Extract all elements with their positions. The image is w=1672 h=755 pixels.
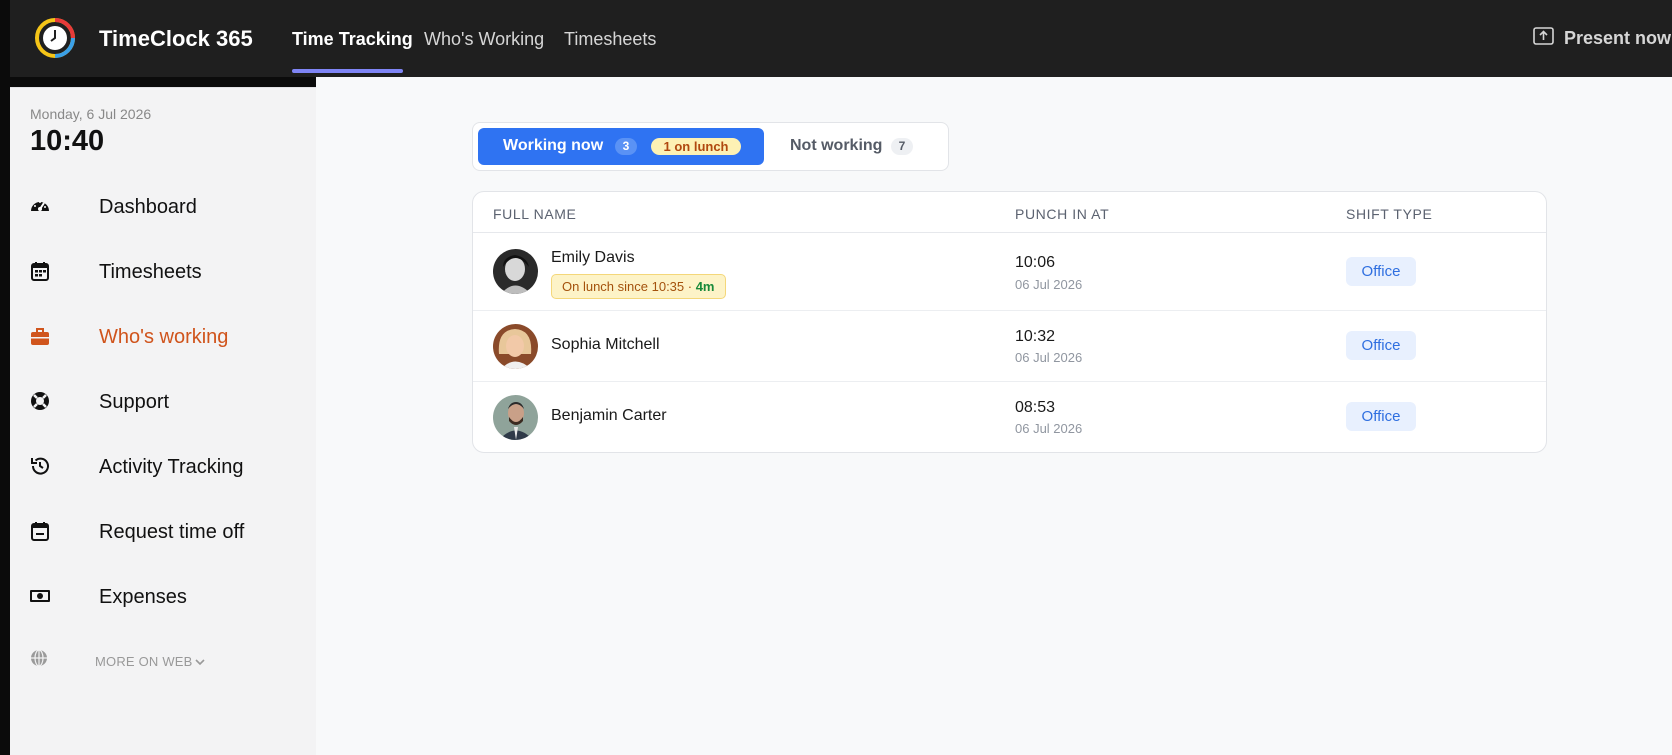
- sidebar-item-label: Request time off: [99, 521, 245, 543]
- avatar: [493, 324, 538, 369]
- avatar: [493, 249, 538, 294]
- app-title: TimeClock 365: [99, 26, 253, 51]
- main-content: Working now 3 1 on lunch Not working 7 F…: [316, 77, 1672, 755]
- avatar: [493, 395, 538, 440]
- present-now-button[interactable]: Present now: [1533, 27, 1671, 50]
- column-header-punch-in[interactable]: PUNCH IN AT: [1015, 206, 1109, 222]
- sidebar-item-label: Timesheets: [99, 261, 202, 283]
- punch-in-time: 10:32: [1015, 328, 1056, 345]
- sidebar-item-dashboard[interactable]: Dashboard: [10, 195, 316, 235]
- current-time: 10:40: [30, 125, 105, 157]
- sidebar: Monday, 6 Jul 2026 10:40 Dashboard Times…: [10, 87, 316, 755]
- punch-in-time: 08:53: [1015, 399, 1056, 416]
- shift-type-badge: Office: [1346, 402, 1416, 431]
- working-now-filter[interactable]: Working now 3 1 on lunch: [478, 128, 764, 165]
- active-tab-indicator: [292, 69, 403, 73]
- on-lunch-badge: 1 on lunch: [651, 138, 741, 155]
- share-screen-icon: [1533, 27, 1554, 50]
- tab-timesheets[interactable]: Timesheets: [564, 29, 656, 50]
- column-header-shift-type[interactable]: SHIFT TYPE: [1346, 206, 1432, 222]
- working-now-count: 3: [615, 138, 637, 155]
- table-row[interactable]: Sophia Mitchell 10:32 06 Jul 2026 Office: [473, 311, 1546, 381]
- employee-name: Emily Davis: [551, 249, 635, 266]
- sidebar-item-expenses[interactable]: Expenses: [10, 585, 316, 625]
- history-icon: [29, 455, 51, 477]
- present-now-label: Present now: [1564, 28, 1672, 48]
- sidebar-item-label: Activity Tracking: [99, 456, 244, 478]
- speedometer-icon: [29, 195, 51, 217]
- sidebar-item-activity-tracking[interactable]: Activity Tracking: [10, 455, 316, 495]
- working-employees-table: FULL NAME PUNCH IN AT SHIFT TYPE Emily D…: [472, 191, 1547, 453]
- lifebuoy-icon: [29, 390, 51, 412]
- punch-in-time: 10:06: [1015, 254, 1056, 271]
- tab-time-tracking[interactable]: Time Tracking: [292, 29, 413, 50]
- sidebar-item-label: Support: [99, 391, 170, 413]
- employee-name: Benjamin Carter: [551, 407, 667, 424]
- table-row[interactable]: Benjamin Carter 08:53 06 Jul 2026 Office: [473, 382, 1546, 452]
- table-row[interactable]: Emily Davis On lunch since 10:35 · 4m 10…: [473, 233, 1546, 310]
- tab-whos-working[interactable]: Who's Working: [424, 29, 544, 50]
- more-on-web-toggle[interactable]: MORE ON WEB: [10, 648, 316, 678]
- punch-in-date: 06 Jul 2026: [1015, 350, 1083, 365]
- punch-in-date: 06 Jul 2026: [1015, 421, 1083, 436]
- chevron-down-icon: [193, 654, 205, 669]
- sidebar-item-label: Who's working: [99, 326, 229, 348]
- app-logo-icon: [34, 17, 76, 59]
- column-header-full-name[interactable]: FULL NAME: [493, 206, 576, 222]
- shift-type-badge: Office: [1346, 331, 1416, 360]
- sidebar-item-label: Expenses: [99, 586, 187, 608]
- not-working-count: 7: [891, 138, 913, 155]
- lunch-status-badge: On lunch since 10:35 · 4m: [551, 274, 726, 299]
- shift-type-badge: Office: [1346, 257, 1416, 286]
- lunch-duration: 4m: [695, 279, 715, 294]
- working-now-label: Working now: [503, 137, 604, 154]
- briefcase-icon: [29, 325, 51, 347]
- more-on-web-label: MORE ON WEB: [95, 654, 205, 669]
- not-working-label: Not working: [790, 137, 883, 154]
- punch-in-date: 06 Jul 2026: [1015, 277, 1083, 292]
- sidebar-item-support[interactable]: Support: [10, 390, 316, 430]
- status-filter: Working now 3 1 on lunch Not working 7: [472, 122, 949, 171]
- employee-name: Sophia Mitchell: [551, 336, 660, 353]
- sidebar-item-whos-working[interactable]: Who's working: [10, 325, 316, 365]
- globe-icon: [29, 648, 49, 668]
- sidebar-item-label: Dashboard: [99, 196, 197, 218]
- current-date: Monday, 6 Jul 2026: [30, 106, 152, 122]
- sidebar-item-timesheets[interactable]: Timesheets: [10, 260, 316, 300]
- calendar-icon: [29, 260, 51, 282]
- calendar-remove-icon: [29, 520, 51, 542]
- top-bar: TimeClock 365 Time Tracking Who's Workin…: [10, 0, 1672, 77]
- sidebar-item-request-time-off[interactable]: Request time off: [10, 520, 316, 560]
- money-icon: [29, 585, 51, 607]
